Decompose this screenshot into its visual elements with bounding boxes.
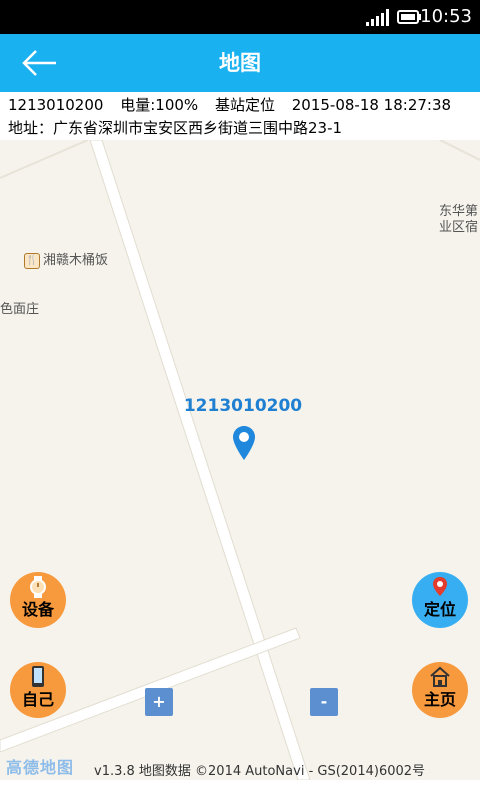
device-id: 1213010200 — [8, 96, 104, 114]
signal-icon — [366, 9, 389, 26]
status-bar: 10:53 — [0, 0, 480, 34]
device-info-panel: 1213010200 电量:100% 基站定位 2015-08-18 18:27… — [0, 92, 480, 140]
phone-icon — [32, 666, 44, 687]
device-button[interactable]: 设备 — [10, 572, 66, 628]
poi-restaurant: 🍴 湘赣木桶饭 — [24, 252, 109, 269]
title-bar: 地图 — [0, 34, 480, 92]
location-pin-icon[interactable] — [232, 425, 256, 461]
map-logo: 高德地图 — [6, 758, 75, 777]
locate-button[interactable]: 定位 — [412, 572, 468, 628]
home-button[interactable]: 主页 — [412, 662, 468, 718]
bottom-strip — [0, 780, 480, 800]
poi-east: 东华第 业区宿 — [438, 204, 478, 235]
zoom-out-button[interactable]: - — [310, 688, 338, 716]
self-button[interactable]: 自己 — [10, 662, 66, 718]
map-copyright: v1.3.8 地图数据 ©2014 AutoNavi - GS(2014)600… — [94, 764, 426, 779]
map-view[interactable]: 🍴湘赣木桶饭 东华第 业区宿 色面庄 1213010200 设备 定位 自己 — [0, 140, 480, 780]
location-pin-icon — [433, 577, 447, 596]
locate-datetime: 2015-08-18 18:27:38 — [291, 96, 452, 114]
zoom-in-button[interactable]: + — [145, 688, 173, 716]
address-text: 地址：广东省深圳市宝安区西乡街道三围中路23-1 — [8, 119, 343, 137]
clock: 10:53 — [420, 6, 472, 27]
page-title: 地图 — [219, 51, 261, 75]
locate-mode: 基站定位 — [214, 96, 275, 114]
house-icon — [430, 666, 450, 687]
restaurant-icon: 🍴 — [24, 252, 40, 269]
watch-icon — [30, 576, 46, 598]
device-marker-label: 1213010200 — [183, 396, 303, 416]
battery-level: 电量:100% — [120, 96, 199, 114]
poi-west: 色面庄 — [0, 302, 40, 317]
battery-icon — [397, 10, 421, 24]
